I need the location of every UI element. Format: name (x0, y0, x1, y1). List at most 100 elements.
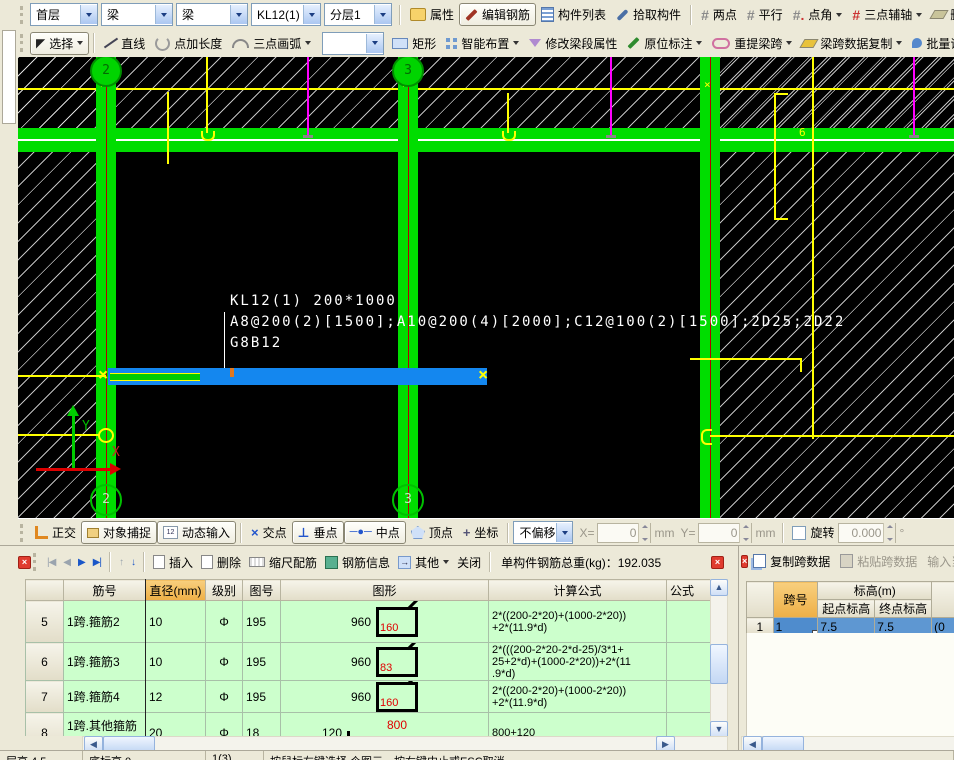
table-row[interactable]: 7 1跨.箍筋4 12 Φ 195 960 160 2*((200-2*20)+… (26, 681, 711, 713)
dropdown-arrow-icon[interactable] (916, 13, 922, 17)
vertex-snap-button[interactable]: 顶点 (406, 522, 458, 543)
copy-span-data-button[interactable]: 复制跨数据 (748, 551, 835, 572)
close-panel-icon[interactable]: × (18, 556, 31, 569)
column-header-end-elevation[interactable]: 终点标高 (875, 600, 932, 618)
table-row[interactable]: 6 1跨.箍筋3 10 Φ 195 960 83 2*(((200-2*20-2… (26, 643, 711, 681)
batch-identify-button[interactable]: 批量识 (907, 33, 954, 54)
combobox-arrow-icon[interactable] (374, 5, 391, 24)
dropdown-arrow-icon[interactable] (896, 41, 902, 45)
span-data-copy-button[interactable]: 梁跨数据复制 (797, 33, 907, 54)
scale-rebar-button[interactable]: 缩尺配筋 (245, 552, 321, 573)
two-point-axis-button[interactable]: # 两点 (696, 4, 742, 25)
diameter-cell[interactable]: 10 (146, 643, 206, 681)
scroll-right-icon[interactable]: ▶ (656, 736, 675, 751)
dropdown-arrow-icon[interactable] (305, 41, 311, 45)
next-row-button[interactable]: ▶ (74, 555, 89, 570)
shape-cell[interactable]: 120 800 (281, 713, 489, 737)
perpendicular-snap-button[interactable]: ⊥ 垂点 (292, 521, 344, 544)
scroll-left-icon[interactable]: ◀ (743, 736, 762, 751)
prev-row-button[interactable]: ◀ (59, 555, 74, 570)
point-angle-axis-button[interactable]: #. 点角 (788, 4, 848, 25)
input-column-button[interactable]: 输入当 (922, 551, 954, 572)
rebar-name-cell[interactable]: 1跨.箍筋3 (64, 643, 146, 681)
toolbar-grip[interactable] (20, 524, 26, 542)
horizontal-scroll-thumb[interactable] (103, 736, 155, 751)
desc-cell[interactable] (667, 601, 711, 643)
paste-span-data-button[interactable]: 粘贴跨数据 (835, 551, 922, 572)
level-cell[interactable]: Φ (206, 681, 243, 713)
rebar-name-cell[interactable]: 1跨.箍筋2 (64, 601, 146, 643)
smart-layout-button[interactable]: 智能布置 (441, 33, 524, 54)
combobox-arrow-icon[interactable] (556, 523, 572, 542)
row-number-header[interactable] (26, 580, 64, 601)
rotate-input[interactable]: 0.000 (838, 523, 896, 543)
move-down-button[interactable]: ↓ (127, 555, 139, 570)
formula-cell[interactable]: 2*(((200-2*20-2*d-25)/3*1+ 25+2*d)+(1000… (489, 643, 667, 681)
pick-component-button[interactable]: 拾取构件 (611, 4, 686, 25)
point-add-length-button[interactable]: 点加长度 (150, 33, 227, 54)
figure-cell[interactable]: 195 (243, 601, 281, 643)
other-menu-button[interactable]: → 其他 (394, 552, 453, 573)
desc-cell[interactable] (667, 713, 711, 737)
figure-cell[interactable]: 18 (243, 713, 281, 737)
offset-combobox[interactable]: 不偏移 (513, 521, 573, 544)
dropdown-arrow-icon[interactable] (77, 41, 83, 45)
dropdown-arrow-icon[interactable] (513, 41, 519, 45)
column-header-level[interactable]: 级别 (206, 580, 243, 601)
close-panel-icon[interactable]: × (741, 555, 748, 568)
cad-canvas[interactable]: 6 × × × × × KL12(1) 200*1000 A8@200(2)[1… (18, 57, 954, 518)
level-cell[interactable]: Φ (206, 601, 243, 643)
column-header-span-number[interactable]: 跨号 (773, 582, 818, 618)
figure-cell[interactable]: 195 (243, 643, 281, 681)
combobox-arrow-icon[interactable] (230, 5, 247, 24)
attributes-button[interactable]: 属性 (405, 4, 459, 25)
close-panel-icon[interactable]: × (711, 556, 724, 569)
layer-combobox[interactable]: 分层1 (324, 3, 392, 26)
rebar-name-cell[interactable]: 1跨.其他箍筋1 (64, 713, 146, 737)
toolbar-grip[interactable] (20, 6, 26, 24)
close-editor-button[interactable]: 关闭 (453, 552, 485, 573)
spinner-icon[interactable] (638, 523, 650, 543)
spinner-icon[interactable] (883, 523, 895, 543)
rectangle-button[interactable]: 矩形 (387, 33, 441, 54)
combobox-arrow-icon[interactable] (80, 5, 97, 24)
object-snap-button[interactable]: 对象捕捉 (81, 521, 157, 544)
shape-cell[interactable]: 960 160 (281, 601, 489, 643)
first-row-button[interactable]: |◀ (43, 555, 59, 570)
scroll-up-icon[interactable]: ▲ (710, 579, 728, 596)
element-type-combobox[interactable]: 梁 (176, 3, 248, 26)
dropdown-arrow-icon[interactable] (443, 560, 449, 564)
y-coordinate-input[interactable]: 0 (698, 523, 752, 543)
column-header-desc[interactable]: 公式 (667, 580, 711, 601)
table-row[interactable]: 5 1跨.箍筋2 10 Φ 195 960 160 2*((200-2*20)+… (26, 601, 711, 643)
delete-row-button[interactable]: 删除 (197, 552, 245, 573)
horizontal-scrollbar[interactable] (82, 736, 728, 751)
select-button[interactable]: ◤ 选择 (30, 32, 89, 55)
vertical-scroll-thumb[interactable] (710, 644, 728, 684)
dynamic-input-button[interactable]: 12 动态输入 (157, 521, 236, 544)
ortho-button[interactable]: 正交 (30, 522, 81, 543)
formula-cell[interactable]: 800+120 (489, 713, 667, 737)
intersection-snap-button[interactable]: × 交点 (246, 522, 292, 543)
figure-cell[interactable]: 195 (243, 681, 281, 713)
last-row-button[interactable]: ▶| (89, 555, 105, 570)
diameter-cell[interactable]: 10 (146, 601, 206, 643)
combobox-arrow-icon[interactable] (303, 5, 320, 24)
column-header-figure[interactable]: 图号 (243, 580, 281, 601)
line-button[interactable]: 直线 (99, 33, 150, 54)
column-header-diameter[interactable]: 直径(mm) (146, 580, 206, 601)
level-cell[interactable]: Φ (206, 713, 243, 737)
delete-axis-button[interactable]: 删 (927, 4, 954, 25)
table-row[interactable]: 8 1跨.其他箍筋1 20 Φ 18 120 800 800+120 (26, 713, 711, 737)
dropdown-arrow-icon[interactable] (786, 41, 792, 45)
row-number-header[interactable] (747, 582, 774, 618)
formula-cell[interactable]: 2*((200-2*20)+(1000-2*20)) +2*(11.9*d) (489, 681, 667, 713)
column-header-start-elevation[interactable]: 起点标高 (818, 600, 875, 618)
column-header-shape[interactable]: 图形 (281, 580, 489, 601)
rebar-name-cell[interactable]: 1跨.箍筋4 (64, 681, 146, 713)
floor-combobox[interactable]: 首层 (30, 3, 98, 26)
category-combobox[interactable]: 梁 (101, 3, 173, 26)
rebar-info-button[interactable]: 钢筋信息 (321, 552, 394, 573)
diameter-cell[interactable]: 20 (146, 713, 206, 737)
dropdown-arrow-icon[interactable] (836, 13, 842, 17)
